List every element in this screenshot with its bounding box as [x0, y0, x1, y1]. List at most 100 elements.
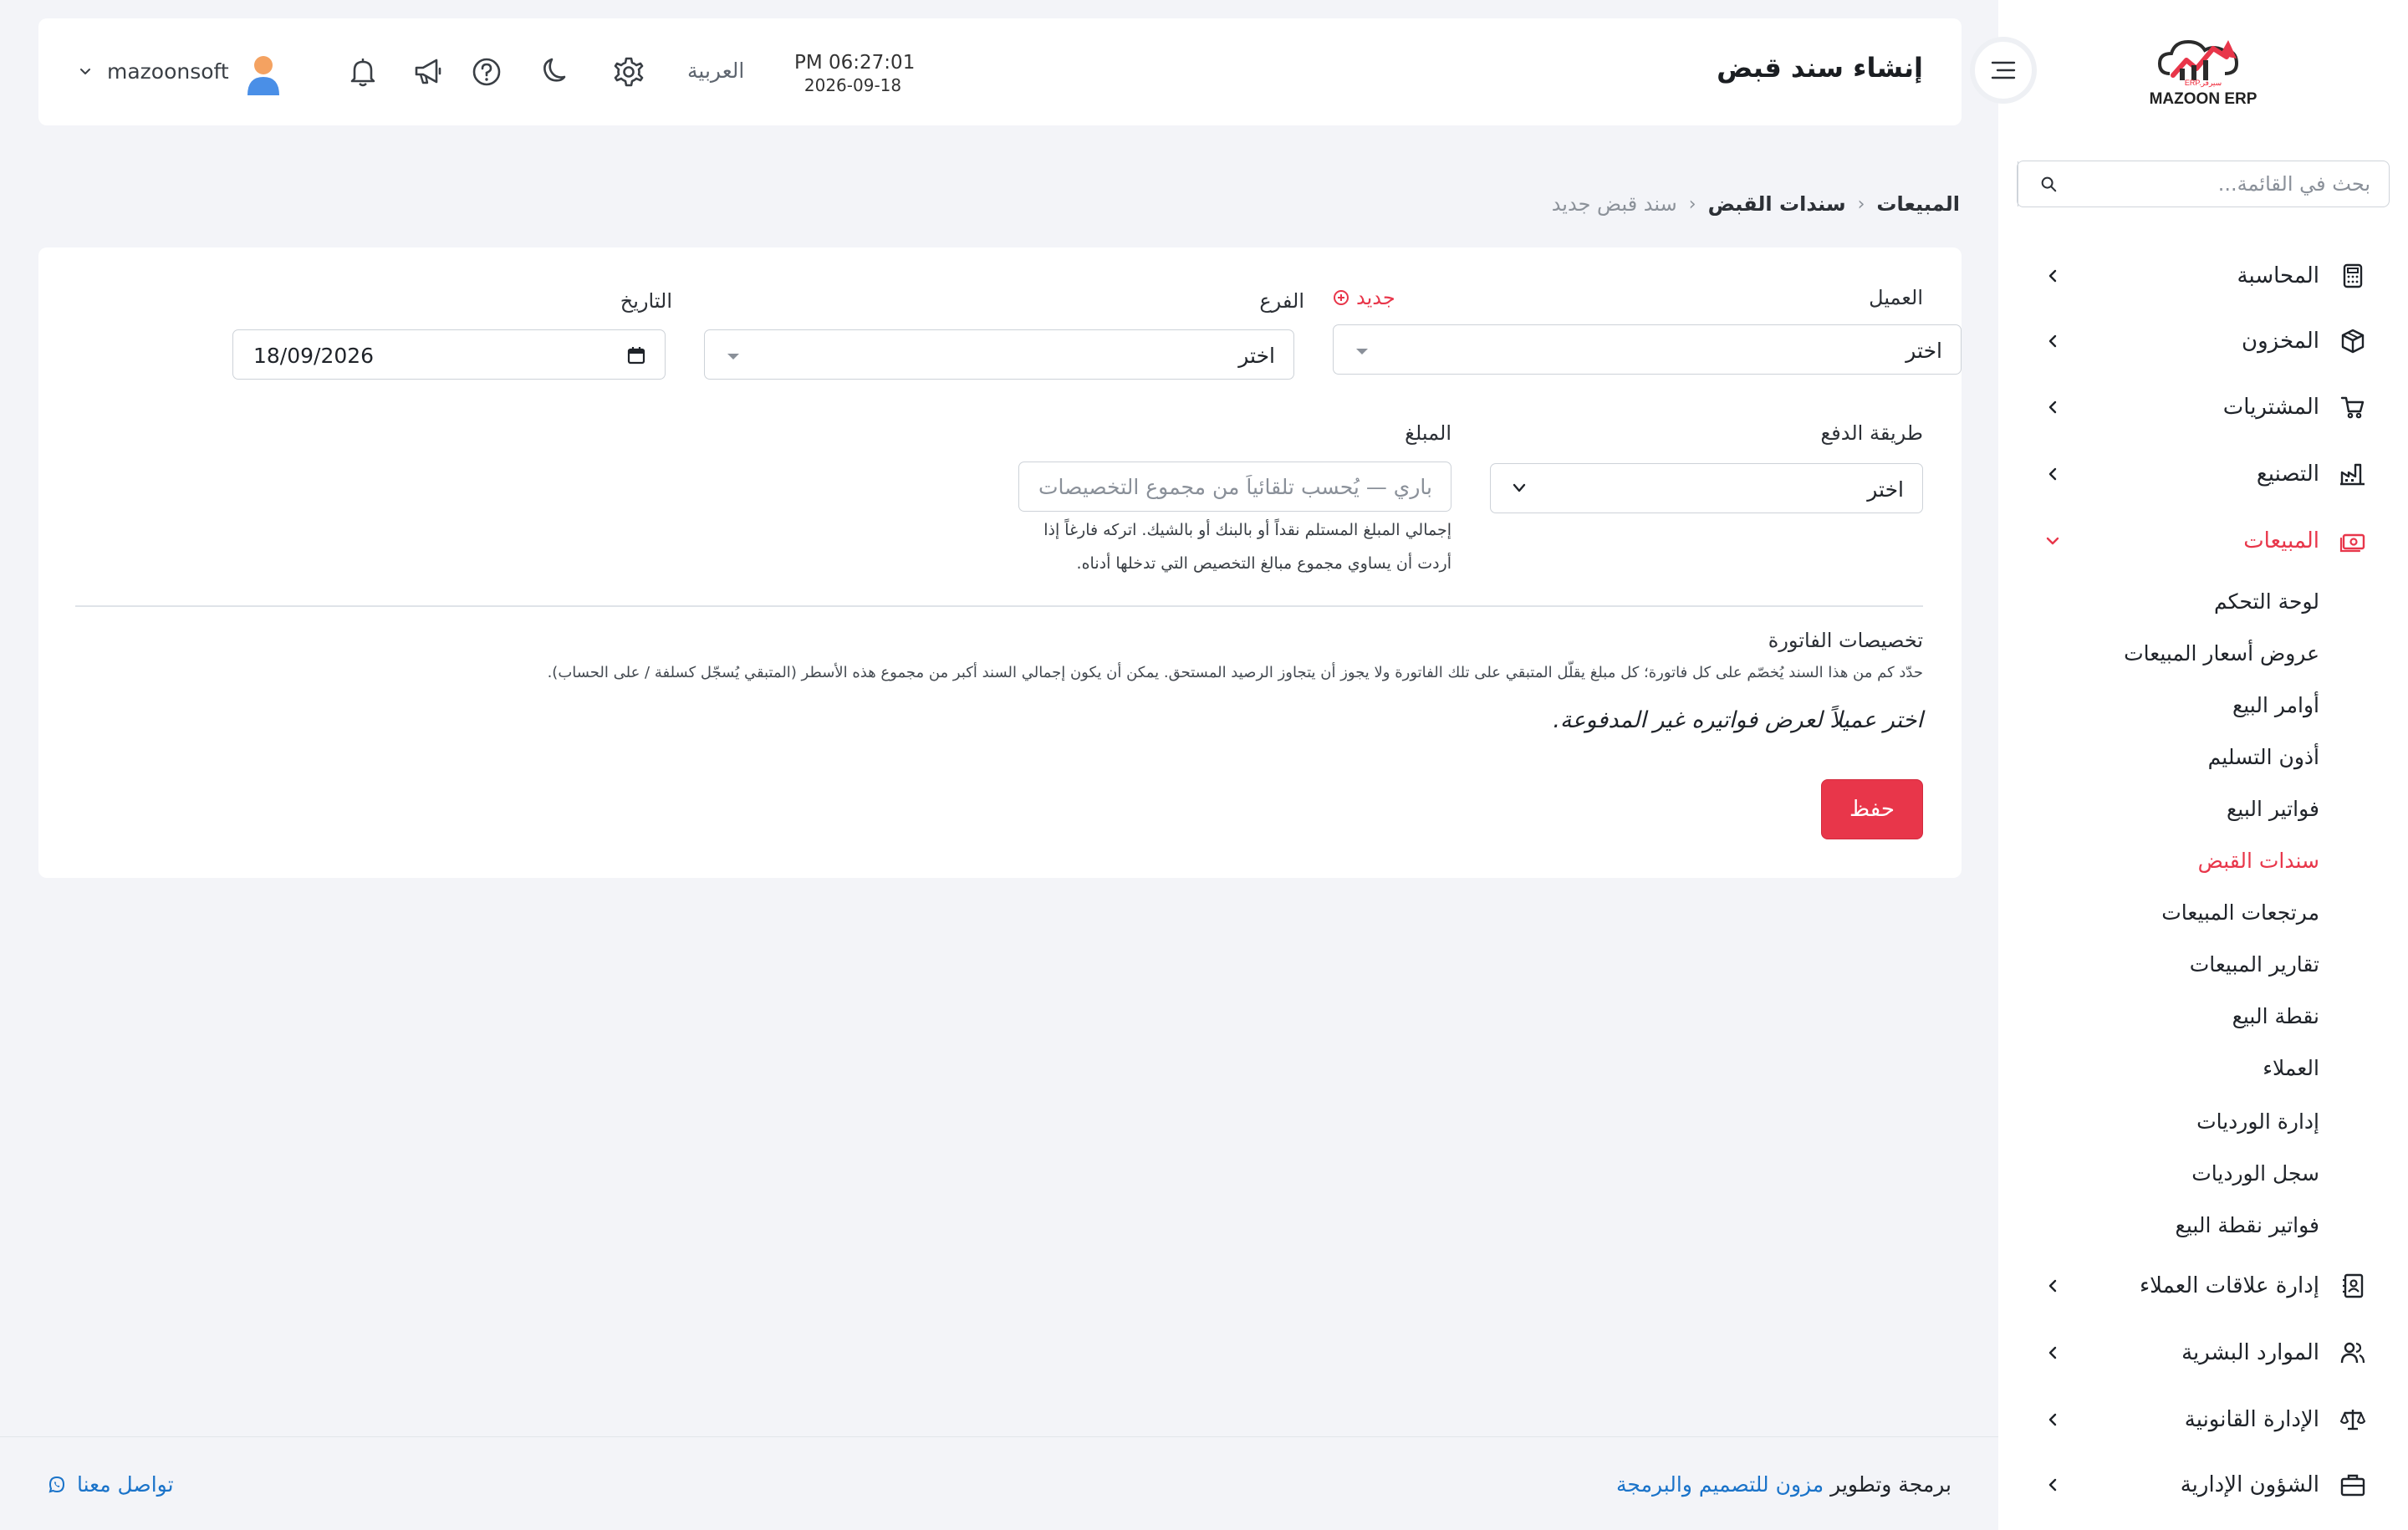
sidebar-item-label: الشؤون الإدارية — [2180, 1472, 2319, 1497]
username[interactable]: mazoonsoft — [107, 59, 229, 84]
sidebar-item-label: الموارد البشرية — [2181, 1340, 2319, 1365]
breadcrumb-current: سند قبض جديد — [1551, 192, 1677, 216]
footer-credit: برمجة وتطوير مزون للتصميم والبرمجة — [1616, 1472, 1951, 1497]
submenu-sales-returns[interactable]: مرتجعات المبيعات — [2161, 896, 2319, 930]
chevron-left-icon — [2048, 269, 2057, 283]
footer-credit-prefix: برمجة وتطوير — [1830, 1472, 1951, 1497]
plus-circle-icon — [1334, 290, 1349, 305]
chevron-left-icon — [2048, 467, 2057, 481]
sidebar: ERP.سيرفر MAZOON ERP المحاسبة المخ — [1998, 0, 2408, 1530]
submenu-pos-invoices[interactable]: فواتير نقطة البيع — [2176, 1209, 2319, 1242]
new-customer-label: جديد — [1356, 286, 1395, 309]
customer-select[interactable]: اختر — [1333, 324, 1962, 375]
breadcrumb-separator: ‹ — [1688, 193, 1696, 215]
search-button[interactable] — [2018, 161, 2078, 207]
calculator-icon — [2343, 263, 2363, 288]
save-button[interactable]: حفظ — [1821, 779, 1923, 839]
page-title: إنشاء سند قبض — [1717, 52, 1923, 84]
contact-us-link[interactable]: تواصل معنا — [47, 1472, 174, 1497]
avatar[interactable] — [244, 54, 283, 97]
top-header: إنشاء سند قبض PM 06:27:01 2026-09-18 الع… — [38, 18, 1962, 125]
submenu-sales-invoices[interactable]: فواتير البيع — [2227, 793, 2319, 826]
sidebar-item-label: المبيعات — [2243, 528, 2319, 553]
logo-subtext: ERP.سيرفر — [2184, 79, 2222, 87]
logo-text: MAZOON ERP — [2149, 90, 2258, 108]
submenu-delivery-notes[interactable]: أذون التسليم — [2208, 741, 2319, 774]
contact-us-label: تواصل معنا — [77, 1472, 174, 1497]
megaphone-icon[interactable] — [411, 55, 445, 89]
sidebar-item-crm[interactable]: إدارة علاقات العملاء — [1998, 1262, 2408, 1309]
app-logo[interactable]: ERP.سيرفر MAZOON ERP — [2136, 32, 2270, 115]
date-input[interactable]: 18/09/2026 — [232, 329, 666, 380]
sidebar-item-label: المحاسبة — [2237, 263, 2319, 288]
sidebar-item-inventory[interactable]: المخزون — [1998, 318, 2408, 365]
clock: PM 06:27:01 2026-09-18 — [794, 52, 915, 95]
sidebar-item-purchases[interactable]: المشتريات — [1998, 384, 2408, 431]
sidebar-item-sales[interactable]: المبيعات — [1998, 518, 2408, 564]
cart-icon — [2340, 396, 2365, 419]
submenu-shift-log[interactable]: سجل الورديات — [2191, 1157, 2319, 1191]
sidebar-item-manufacturing[interactable]: التصنيع — [1998, 451, 2408, 497]
section-divider — [75, 605, 1923, 607]
breadcrumb-root[interactable]: المبيعات — [1876, 192, 1960, 216]
footer-brand-link[interactable]: مزون للتصميم والبرمجة — [1616, 1472, 1824, 1497]
submenu-pos[interactable]: نقطة البيع — [2232, 1000, 2319, 1033]
amount-hint: إجمالي المبلغ المستلم نقداً أو بالبنك أو… — [1043, 513, 1451, 580]
submenu-shift-management[interactable]: إدارة الورديات — [2196, 1105, 2319, 1139]
amount-field[interactable] — [1018, 462, 1451, 512]
amount-hint-line: أردت أن يساوي مجموع مبالغ التخصيص التي ت… — [1076, 554, 1451, 573]
payment-method-label: طريقة الدفع — [1820, 421, 1923, 445]
chevron-left-icon — [2048, 1413, 2057, 1426]
calendar-icon[interactable] — [626, 345, 646, 365]
moon-icon[interactable] — [537, 55, 570, 89]
sidebar-item-label: المخزون — [2242, 329, 2319, 354]
chevron-left-icon — [2048, 334, 2057, 348]
caret-down-icon — [1356, 349, 1368, 354]
sidebar-item-label: التصنيع — [2256, 462, 2319, 487]
breadcrumb-separator: ‹ — [1857, 193, 1865, 215]
help-icon[interactable] — [470, 55, 503, 89]
chevron-left-icon — [2048, 1279, 2057, 1293]
submenu-sales-quotations[interactable]: عروض أسعار المبيعات — [2124, 637, 2319, 671]
branch-select-value: اختر — [1238, 344, 1275, 368]
factory-icon — [2340, 463, 2365, 486]
date-label: التاريخ — [620, 289, 672, 313]
submenu-dashboard[interactable]: لوحة التحكم — [2214, 585, 2319, 619]
submenu-receipt-vouchers[interactable]: سندات القبض — [2198, 844, 2319, 878]
breadcrumb-parent[interactable]: سندات القبض — [1708, 192, 1846, 216]
amount-label: المبلغ — [1405, 421, 1451, 445]
chevron-left-icon — [2048, 1346, 2057, 1359]
customer-label: العميل — [1869, 286, 1923, 309]
sidebar-item-hr[interactable]: الموارد البشرية — [1998, 1329, 2408, 1376]
allocations-description: حدّد كم من هذا السند يُخصّم على كل فاتور… — [547, 664, 1923, 681]
sidebar-toggle-button[interactable] — [1970, 37, 2037, 104]
sidebar-item-legal[interactable]: الإدارة القانونية — [1998, 1396, 2408, 1443]
submenu-sales-orders[interactable]: أوامر البيع — [2232, 689, 2319, 722]
allocations-title: تخصيصات الفاتورة — [1768, 629, 1923, 652]
menu-toggle-icon — [1991, 61, 2016, 79]
language-switch[interactable]: العربية — [687, 59, 744, 83]
box-icon — [2341, 329, 2365, 354]
sidebar-item-admin-affairs[interactable]: الشؤون الإدارية — [1998, 1461, 2408, 1505]
chevron-left-icon — [2048, 400, 2057, 414]
date-input-value: 18/09/2026 — [253, 344, 375, 368]
submenu-customers[interactable]: العملاء — [2263, 1052, 2319, 1085]
chevron-down-icon[interactable] — [79, 65, 92, 79]
bell-icon[interactable] — [346, 55, 380, 89]
chevron-down-icon — [1513, 483, 1526, 492]
amount-input[interactable] — [1019, 462, 1451, 511]
gear-icon[interactable] — [612, 55, 645, 89]
sidebar-item-accounting[interactable]: المحاسبة — [1998, 252, 2408, 299]
amount-hint-line: إجمالي المبلغ المستلم نقداً أو بالبنك أو… — [1043, 521, 1451, 539]
customer-select-value: اختر — [1905, 339, 1942, 363]
new-customer-link[interactable]: جديد — [1333, 286, 1395, 309]
footer: برمجة وتطوير مزون للتصميم والبرمجة تواصل… — [0, 1436, 1998, 1530]
sidebar-search — [2017, 161, 2390, 207]
sidebar-search-input[interactable] — [2078, 161, 2389, 207]
branch-select[interactable]: اختر — [704, 329, 1294, 380]
payment-method-select[interactable]: اختر — [1490, 463, 1923, 513]
branch-label: الفرع — [1259, 289, 1304, 313]
chevron-left-icon — [2048, 1478, 2057, 1492]
caret-down-icon — [727, 354, 739, 360]
submenu-sales-reports[interactable]: تقارير المبيعات — [2190, 948, 2319, 982]
